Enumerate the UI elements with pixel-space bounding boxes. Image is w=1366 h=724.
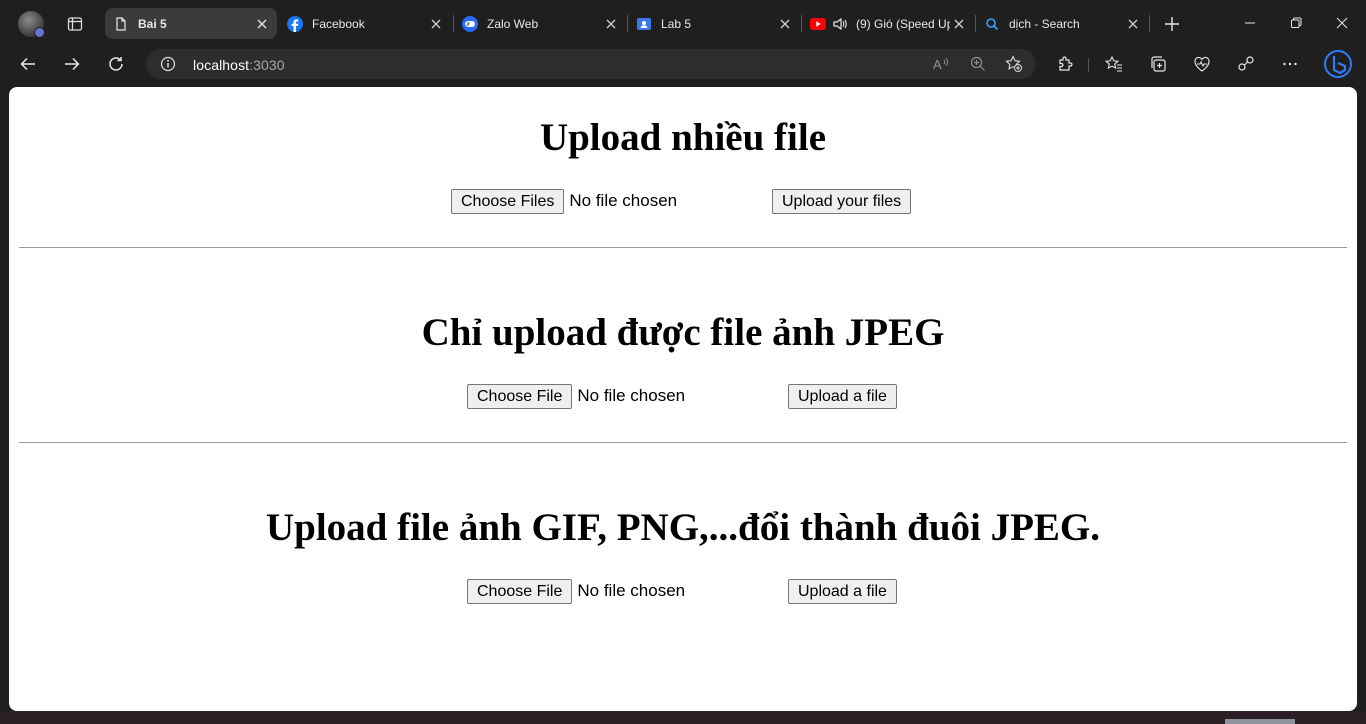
profile-avatar[interactable] [18, 11, 45, 38]
collections-icon[interactable] [1144, 50, 1172, 78]
file-status: No file chosen [577, 581, 686, 600]
tab-bing-search[interactable]: dịch - Search [976, 8, 1148, 39]
browser-essentials-icon[interactable] [1188, 50, 1216, 78]
desktop-wallpaper-strip [0, 711, 1366, 724]
performance-icon[interactable] [1232, 50, 1260, 78]
upload-jpeg-form: Choose File No file chosen [467, 383, 685, 409]
close-window-icon[interactable] [1319, 8, 1365, 38]
convert-to-jpeg-section: Upload file ảnh GIF, PNG,...đổi thành đu… [9, 505, 1357, 551]
refresh-icon[interactable] [102, 50, 130, 78]
browser-toolbar: localhost:3030 A [0, 46, 1366, 82]
upload-a-file-button[interactable]: Upload a file [788, 578, 897, 604]
tab-lab-5[interactable]: Lab 5 [628, 8, 800, 39]
close-tab-icon[interactable] [427, 15, 445, 33]
file-status: No file chosen [569, 191, 678, 210]
section-heading: Upload nhiều file [539, 116, 827, 159]
speaker-icon[interactable] [832, 16, 848, 32]
bing-copilot-icon[interactable] [1322, 48, 1354, 80]
restore-icon[interactable] [1273, 8, 1319, 38]
address-bar[interactable]: localhost:3030 A [146, 49, 1036, 79]
upload-jpeg-section: Chỉ upload được file ảnh JPEG [9, 310, 1357, 356]
classroom-icon [636, 16, 652, 32]
close-tab-icon[interactable] [950, 15, 968, 33]
tab-title: Zalo Web [487, 16, 539, 31]
upload-your-files-button[interactable]: Upload your files [772, 188, 912, 214]
section-heading: Upload file ảnh GIF, PNG,...đổi thành đu… [265, 506, 1101, 549]
close-tab-icon[interactable] [776, 15, 794, 33]
toolbar-separator [1088, 58, 1089, 72]
upload-a-file-button[interactable]: Upload a file [788, 383, 897, 409]
divider [19, 247, 1347, 248]
favorites-icon[interactable] [1100, 50, 1128, 78]
convert-submit-row: Upload a file [788, 578, 897, 604]
forward-icon[interactable] [58, 50, 86, 78]
choose-file-button[interactable]: Choose File [467, 383, 573, 409]
url-port: :3030 [249, 57, 285, 73]
choose-files-button[interactable]: Choose Files [451, 188, 565, 214]
tab-title: Bai 5 [138, 16, 167, 31]
zalo-icon [462, 15, 478, 32]
new-tab-icon[interactable] [1160, 12, 1184, 36]
tab-facebook[interactable]: Facebook [279, 8, 451, 39]
close-tab-icon[interactable] [253, 15, 271, 33]
tab-title: Lab 5 [661, 16, 692, 31]
back-icon[interactable] [14, 50, 42, 78]
page-viewport: Upload nhiều file Choose Files No file c… [9, 87, 1357, 711]
bing-search-icon [984, 16, 1000, 32]
close-tab-icon[interactable] [602, 15, 620, 33]
tab-zalo-web[interactable]: Zalo Web [454, 8, 626, 39]
tab-bai-5[interactable]: Bai 5 [105, 8, 277, 39]
section-heading: Chỉ upload được file ảnh JPEG [421, 311, 945, 354]
tab-youtube-gio[interactable]: (9) Gió (Speed Up [802, 8, 974, 39]
more-options-icon[interactable] [1276, 50, 1304, 78]
read-aloud-icon[interactable]: A [932, 54, 952, 74]
extensions-icon[interactable] [1052, 50, 1080, 78]
minimize-icon[interactable] [1227, 8, 1273, 38]
page-icon [113, 16, 129, 32]
tab-title: (9) Gió (Speed Up [856, 16, 950, 31]
tab-actions-icon[interactable] [62, 11, 88, 37]
add-favorite-icon[interactable] [1004, 54, 1024, 74]
upload-multiple-section: Upload nhiều file [9, 115, 1357, 161]
choose-file-button[interactable]: Choose File [467, 578, 573, 604]
svg-text:A: A [933, 57, 942, 72]
site-info-icon[interactable] [160, 56, 176, 72]
divider [19, 442, 1347, 443]
youtube-icon [810, 16, 826, 32]
upload-multiple-submit-row: Upload your files [772, 188, 912, 214]
facebook-icon [287, 15, 303, 32]
upload-jpeg-submit-row: Upload a file [788, 383, 897, 409]
tab-title: Facebook [312, 16, 365, 31]
url-host: localhost [193, 57, 250, 73]
url-text: localhost:3030 [193, 57, 285, 73]
close-tab-icon[interactable] [1124, 15, 1142, 33]
file-status: No file chosen [577, 386, 686, 405]
tab-title: dịch - Search [1009, 16, 1080, 31]
tab-strip: Bai 5 Facebook Zalo Web Lab 5 (9) Gió (S… [0, 0, 1366, 46]
tab-separator [1149, 15, 1150, 32]
upload-multiple-form: Choose Files No file chosen [451, 188, 677, 214]
convert-form: Choose File No file chosen [467, 578, 685, 604]
zoom-icon[interactable] [968, 54, 988, 74]
